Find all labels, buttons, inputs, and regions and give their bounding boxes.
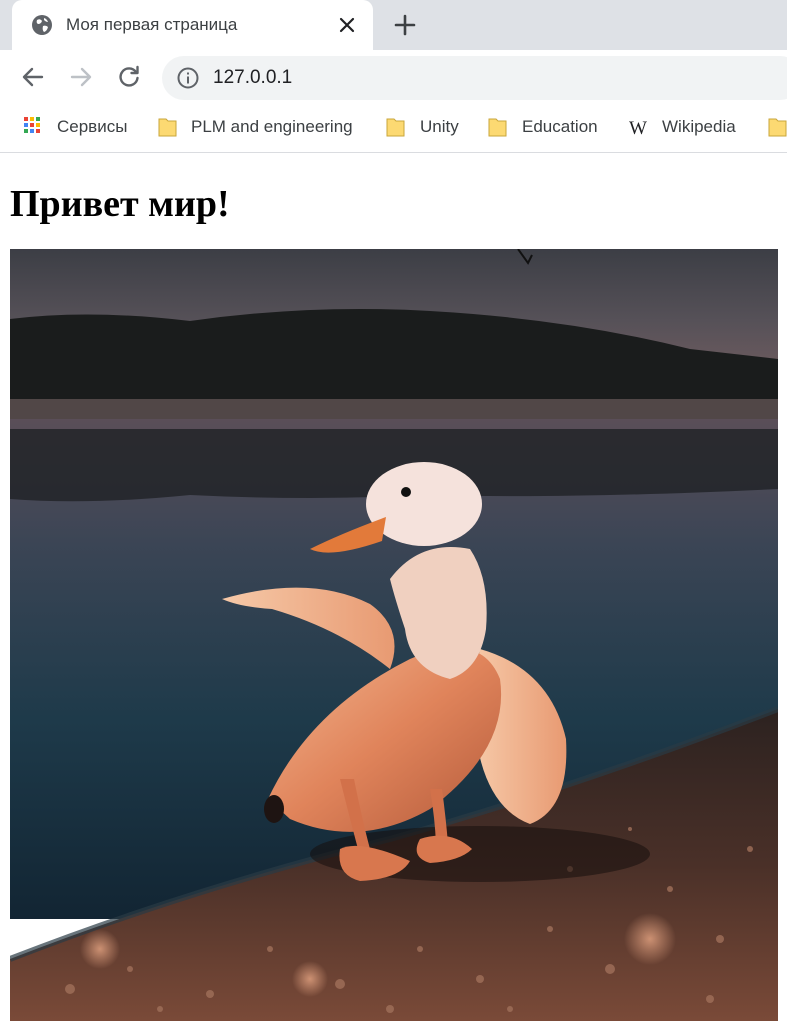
wikipedia-icon: W — [629, 118, 647, 139]
info-icon[interactable] — [176, 66, 200, 90]
reload-icon[interactable] — [115, 63, 143, 91]
folder-icon — [386, 118, 405, 137]
page-content: Привет мир! — [0, 154, 787, 1021]
bookmark-label: Сервисы — [57, 117, 128, 136]
bookmarks-bar: Сервисы PLM and engineering Unity Educat… — [0, 104, 787, 153]
folder-icon — [158, 118, 177, 137]
bookmark-label: Education — [522, 117, 598, 136]
bookmark-label: Unity — [420, 117, 459, 136]
globe-icon — [32, 15, 52, 35]
url-text[interactable]: 127.0.0.1 — [213, 67, 292, 89]
browser-toolbar: 127.0.0.1 — [0, 50, 787, 104]
folder-icon — [768, 118, 787, 137]
plus-icon[interactable] — [392, 12, 418, 38]
apps-grid-icon — [24, 117, 40, 133]
banana-duck-photo — [10, 249, 778, 1021]
browser-tab[interactable]: Моя первая страница — [12, 0, 373, 50]
address-bar[interactable]: 127.0.0.1 — [162, 56, 787, 100]
tab-strip: Моя первая страница — [0, 0, 787, 50]
tab-title: Моя первая страница — [66, 15, 238, 34]
bookmark-label: PLM and engineering — [191, 117, 353, 136]
arrow-left-icon[interactable] — [19, 63, 47, 91]
page-heading: Привет мир! — [10, 183, 230, 225]
arrow-right-icon[interactable] — [67, 63, 95, 91]
close-icon[interactable] — [336, 14, 358, 36]
bookmark-label: Wikipedia — [662, 117, 736, 136]
svg-text:W: W — [629, 118, 647, 139]
banana-duck-image — [10, 249, 778, 1021]
folder-icon — [488, 118, 507, 137]
bookmark-folder-overflow[interactable] — [766, 113, 787, 141]
